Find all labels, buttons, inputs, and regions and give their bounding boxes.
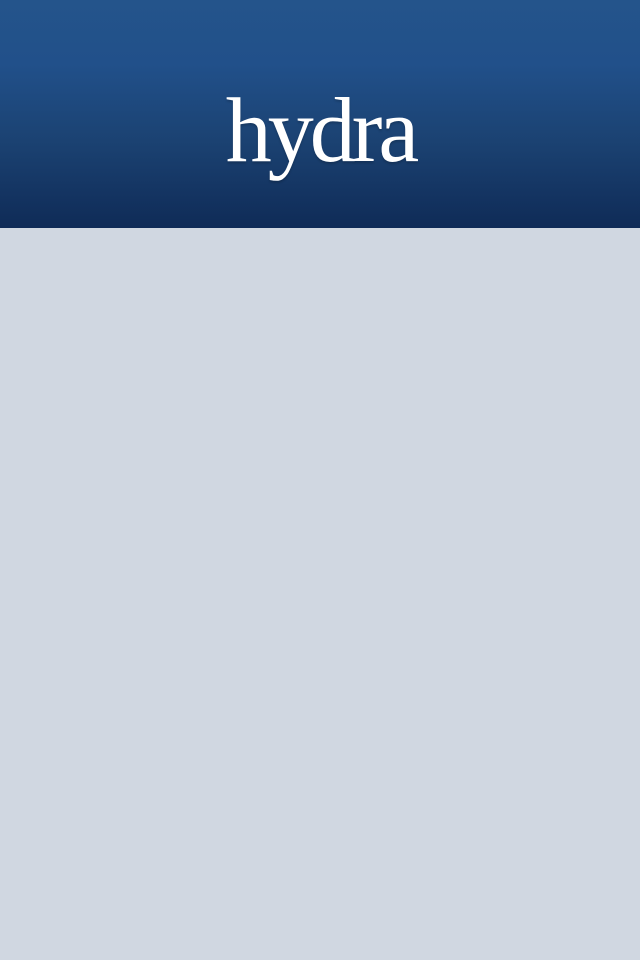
content-area <box>0 228 640 960</box>
hydra-logo: hydra <box>225 79 419 181</box>
app-screen: hydra <box>0 0 640 960</box>
app-header: hydra <box>0 0 640 228</box>
